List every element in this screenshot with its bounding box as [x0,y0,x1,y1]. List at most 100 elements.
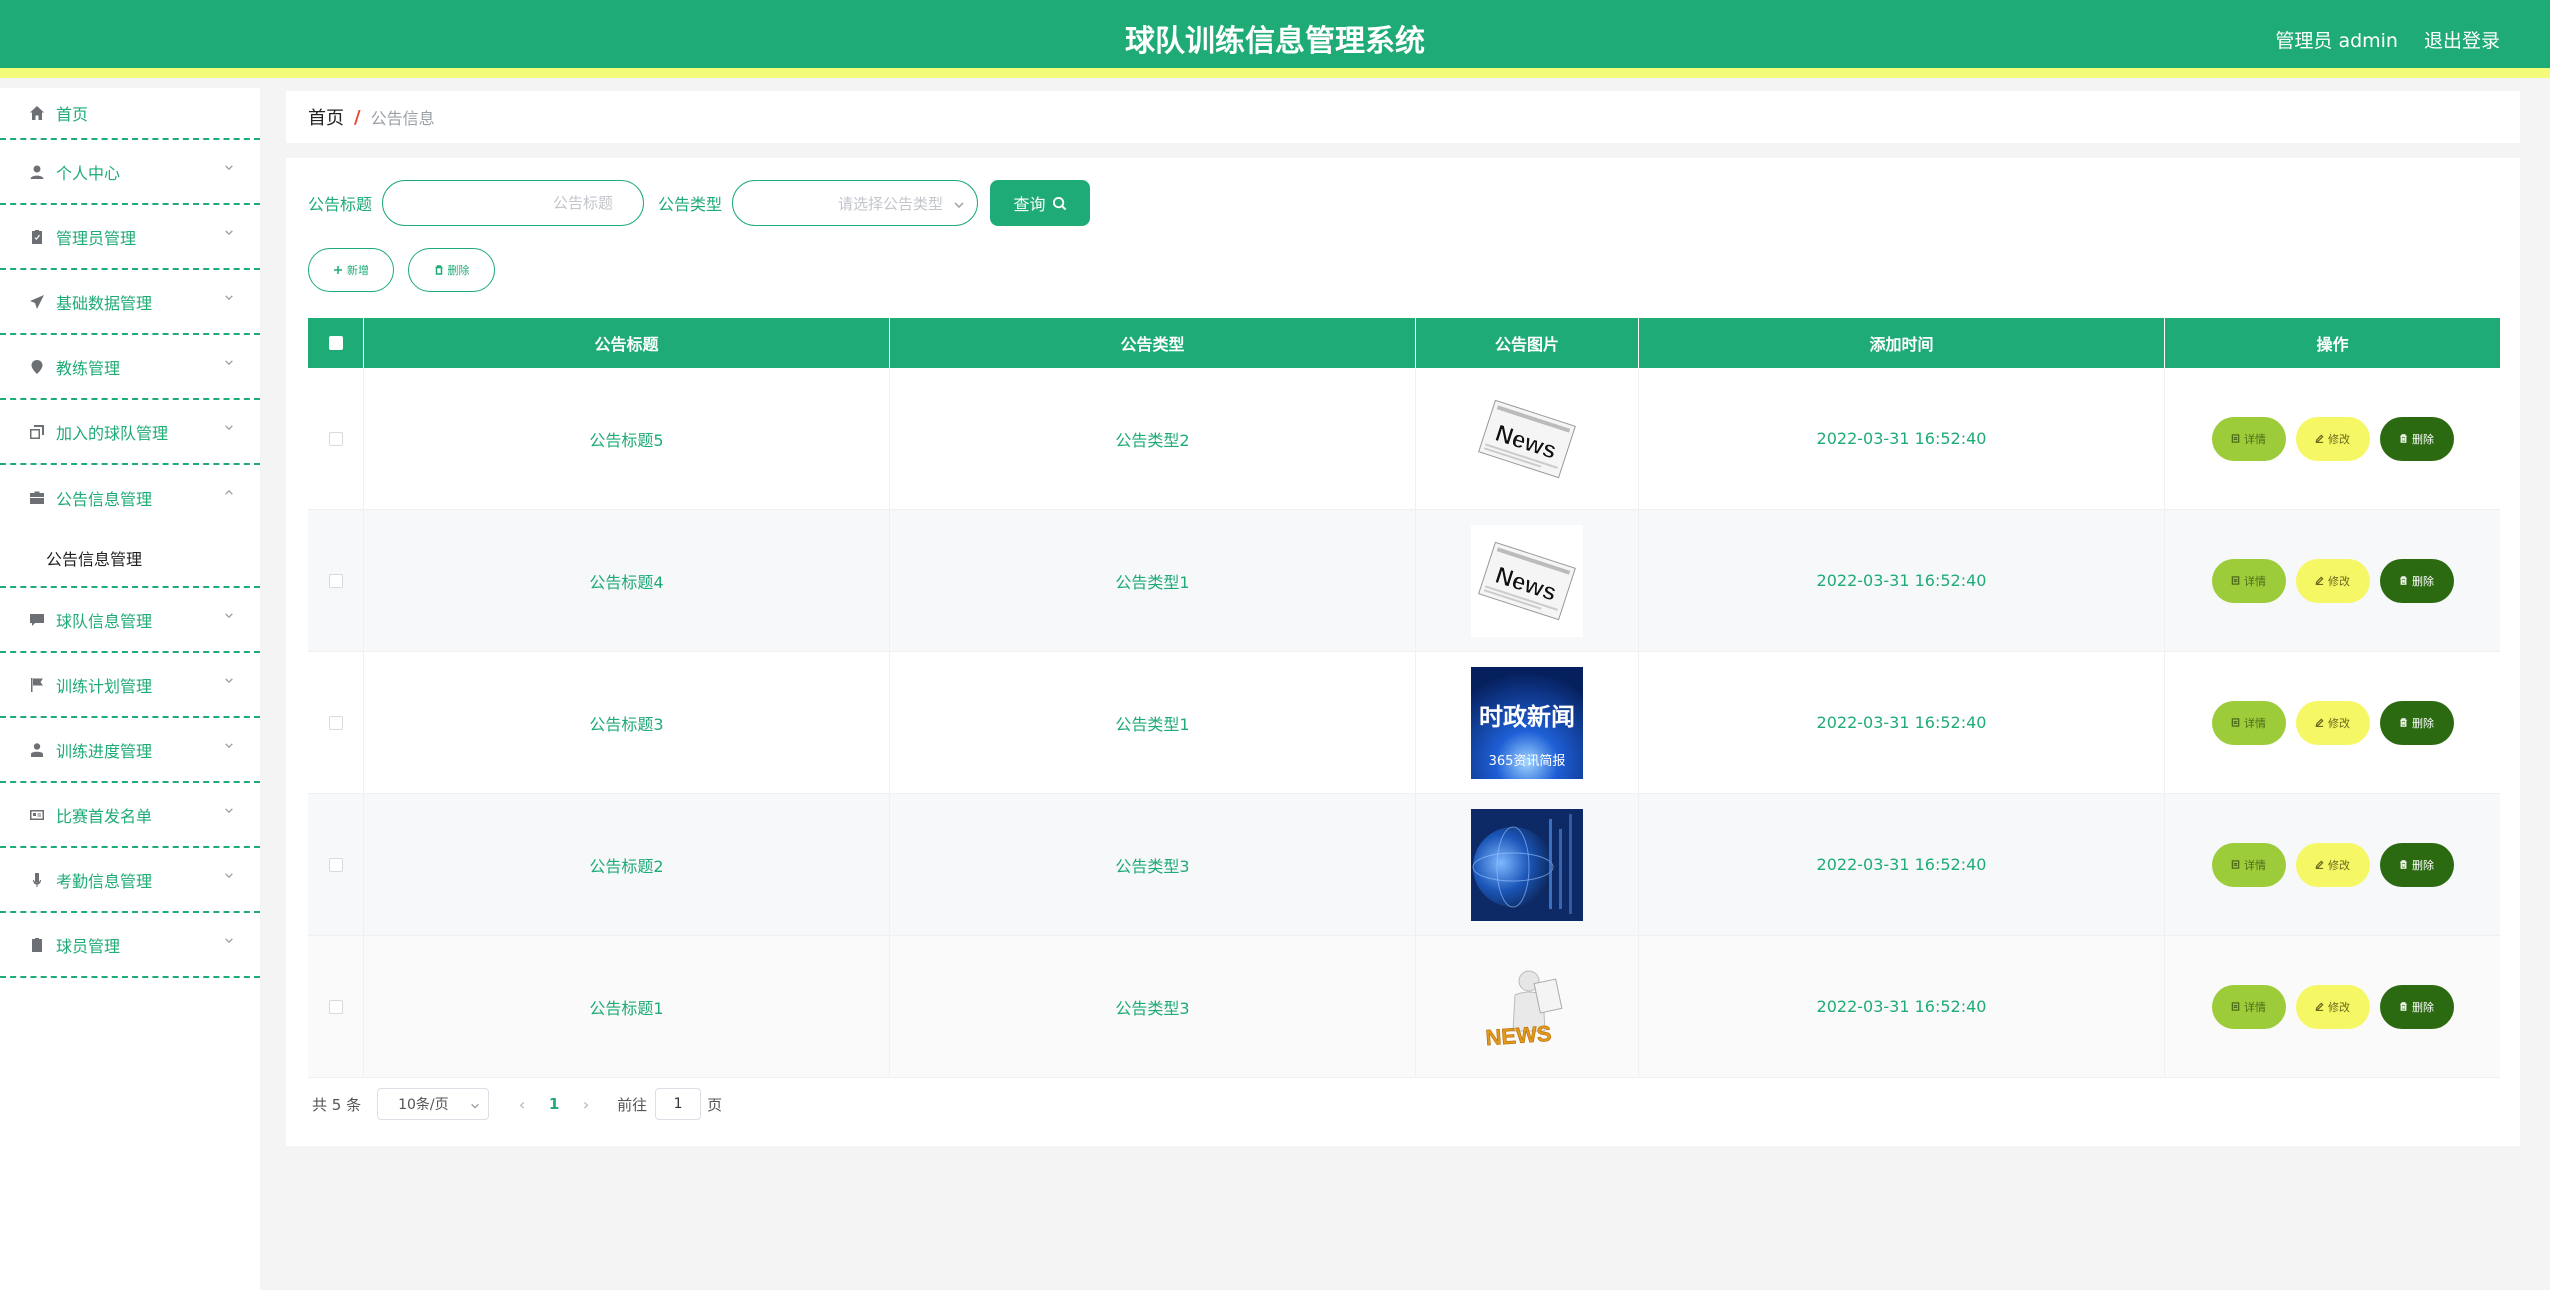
goto-page-input[interactable] [655,1088,702,1120]
chevron-down-icon [224,422,234,432]
edit-button[interactable]: 修改 [2295,984,2370,1029]
batch-delete-button[interactable]: 删除 [408,248,495,292]
user-name: 管理员 admin [2275,30,2398,52]
add-button-label: 新增 [347,265,369,277]
chevron-down-icon [224,740,234,750]
batch-delete-label: 删除 [447,265,470,277]
table-row: 公告标题1 公告类型3 NEWS 2022-03-31 16:52:40 详情 [308,936,2500,1078]
sidebar-item-joined-team[interactable]: 加入的球队管理 [0,400,260,465]
notice-type: 公告类型3 [890,794,1416,935]
row-select-cell [308,510,364,651]
row-select-cell [308,794,364,935]
detail-button[interactable]: 详情 [2211,416,2286,461]
sidebar-item-admin[interactable]: 管理员管理 [0,205,260,270]
home-icon [28,104,46,122]
notice-image-cell: News [1416,510,1639,651]
sidebar-item-training-progress[interactable]: 训练进度管理 [0,718,260,783]
search-bar: 公告标题 公告类型 请选择公告类型 查询 [308,180,1091,226]
notice-time: 2022-03-31 16:52:40 [1639,794,2165,935]
breadcrumb-separator: / [354,106,361,128]
chevron-down-icon [224,935,234,945]
row-operations: 详情 修改 删除 [2165,936,2500,1077]
row-checkbox[interactable] [328,857,343,872]
sidebar-item-training-plan[interactable]: 训练计划管理 [0,653,260,718]
trash-icon [2400,1002,2407,1011]
sidebar-item-team-info[interactable]: 球队信息管理 [0,588,260,653]
document-icon [2231,1002,2240,1011]
add-button[interactable]: 新增 [308,248,394,292]
edit-button[interactable]: 修改 [2295,416,2370,461]
notice-title: 公告标题3 [364,652,890,793]
row-checkbox[interactable] [328,715,343,730]
page-size-value: 10条/页 [398,1097,449,1113]
search-icon [1052,196,1066,210]
page-size-select[interactable]: 10条/页 [377,1088,490,1120]
row-checkbox[interactable] [328,431,343,446]
pagination: 共 5 条 10条/页 ‹ 1 › 前往 页 [312,1088,722,1120]
notice-table: 公告标题 公告类型 公告图片 添加时间 操作 公告标题5 公告类型2 News [308,318,2500,1078]
sidebar-item-home[interactable]: 首页 [0,88,260,140]
chevron-down-icon [224,162,234,172]
sidebar-item-label: 球队信息管理 [56,611,153,631]
sidebar-item-player[interactable]: 球员管理 [0,913,260,978]
notice-title: 公告标题2 [364,794,890,935]
type-select-placeholder: 请选择公告类型 [838,194,944,213]
column-header-type: 公告类型 [890,318,1416,368]
detail-button-label: 详情 [2244,1001,2266,1014]
chevron-down-icon [224,805,234,815]
chevron-up-icon [224,487,234,497]
row-select-cell [308,652,364,793]
detail-button[interactable]: 详情 [2211,984,2286,1029]
edit-button-label: 修改 [2328,717,2350,730]
submenu-item-notice-management[interactable]: 公告信息管理 [0,530,260,586]
delete-button[interactable]: 删除 [2379,700,2454,745]
sidebar-item-attendance[interactable]: 考勤信息管理 [0,848,260,913]
delete-button-label: 删除 [2412,575,2434,588]
delete-button[interactable]: 删除 [2379,558,2454,603]
pencil-icon [2315,434,2324,443]
location-icon [28,358,46,376]
table-row: 公告标题4 公告类型1 News 2022-03-31 16:52:40 详情 … [308,510,2500,652]
edit-button[interactable]: 修改 [2295,700,2370,745]
document-icon [2231,434,2240,443]
breadcrumb-home[interactable]: 首页 [308,104,344,130]
edit-button[interactable]: 修改 [2295,842,2370,887]
sidebar-item-label: 首页 [56,105,89,124]
plus-icon [334,266,342,274]
row-checkbox[interactable] [328,999,343,1014]
breadcrumb-current: 公告信息 [370,109,435,128]
logout-link[interactable]: 退出登录 [2424,26,2500,53]
clipboard-icon [28,228,46,246]
notice-type: 公告类型2 [890,368,1416,509]
sidebar-item-basic-data[interactable]: 基础数据管理 [0,270,260,335]
detail-button-label: 详情 [2244,859,2266,872]
detail-button[interactable]: 详情 [2211,558,2286,603]
sidebar: 首页 个人中心 管理员管理 基础数据管理 教练管理 加入的球队管理 公告信息管理… [0,88,260,1290]
query-button[interactable]: 查询 [990,180,1091,226]
sidebar-item-notice[interactable]: 公告信息管理 [0,465,260,530]
select-all-checkbox[interactable] [328,336,343,350]
news-figure-image: NEWS [1471,950,1583,1063]
sidebar-item-starting-lineup[interactable]: 比赛首发名单 [0,783,260,848]
edit-button[interactable]: 修改 [2295,558,2370,603]
row-checkbox[interactable] [328,573,343,588]
sidebar-item-label: 公告信息管理 [56,489,153,509]
user-icon [28,163,46,181]
delete-button[interactable]: 删除 [2379,842,2454,887]
sidebar-item-label: 基础数据管理 [56,293,153,313]
sidebar-item-coach[interactable]: 教练管理 [0,335,260,400]
row-operations: 详情 修改 删除 [2165,368,2500,509]
type-select[interactable]: 请选择公告类型 [732,180,979,226]
sidebar-item-personal-center[interactable]: 个人中心 [0,140,260,205]
delete-button[interactable]: 删除 [2379,416,2454,461]
detail-button[interactable]: 详情 [2211,842,2286,887]
next-page-icon[interactable]: › [571,1095,601,1114]
prev-page-icon[interactable]: ‹ [507,1095,537,1114]
delete-button[interactable]: 删除 [2379,984,2454,1029]
detail-button[interactable]: 详情 [2211,700,2286,745]
detail-button-label: 详情 [2244,575,2266,588]
chevron-down-icon [224,357,234,367]
page-number[interactable]: 1 [537,1095,571,1113]
action-toolbar: 新增 删除 [308,248,495,292]
title-search-input[interactable] [382,180,645,226]
